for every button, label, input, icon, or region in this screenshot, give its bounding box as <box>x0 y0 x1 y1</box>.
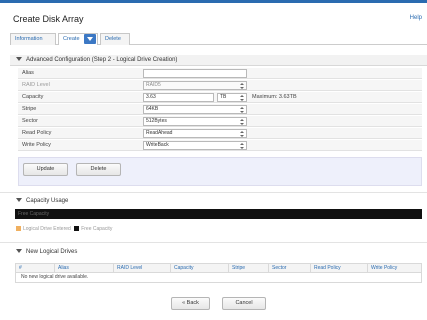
raid-level-row: RAID Level RAID5 <box>18 80 422 91</box>
select-arrows-icon <box>240 143 244 149</box>
select-arrows-icon <box>240 83 244 89</box>
stripe-row: Stripe 64KB <box>18 104 422 115</box>
column-header[interactable]: # <box>16 264 22 273</box>
raid-level-select[interactable]: RAID5 <box>143 81 247 90</box>
column-header[interactable]: Sector <box>268 264 286 273</box>
tab-bar: Information Create Delete <box>10 33 427 45</box>
tab-information[interactable]: Information <box>10 33 56 45</box>
new-drives-table-header: # Alias RAID Level Capacity Stripe Secto… <box>15 263 422 273</box>
section-divider <box>0 242 427 243</box>
capacity-usage-title: Capacity Usage <box>26 198 69 204</box>
read-policy-value: ReadAhead <box>146 130 173 136</box>
create-dropdown-icon[interactable] <box>84 34 96 44</box>
back-button[interactable]: « Back <box>171 297 210 310</box>
select-arrows-icon <box>240 131 244 137</box>
legend-free-swatch <box>74 226 80 231</box>
capacity-legend: Logical Drive Entered Free Capacity <box>16 226 112 232</box>
column-header[interactable]: Write Policy <box>367 264 397 273</box>
read-policy-select[interactable]: ReadAhead <box>143 129 247 138</box>
tab-delete[interactable]: Delete <box>100 33 130 45</box>
capacity-usage-bar: Free Capacity <box>15 209 422 219</box>
read-policy-label: Read Policy <box>22 130 52 136</box>
alias-row: Alias <box>18 68 422 79</box>
new-drives-title: New Logical Drives <box>26 249 78 255</box>
capacity-maximum: Maximum: 3.63TB <box>252 94 297 100</box>
collapse-triangle-icon <box>16 249 22 253</box>
capacity-unit-value: TB <box>220 94 227 100</box>
capacity-input[interactable]: 3.63 <box>143 93 214 102</box>
column-header[interactable]: RAID Level <box>113 264 142 273</box>
alias-input[interactable] <box>143 69 247 78</box>
select-arrows-icon <box>240 95 244 101</box>
column-header[interactable]: Read Policy <box>310 264 341 273</box>
top-accent-bar <box>0 0 427 3</box>
advanced-config-title: Advanced Configuration (Step 2 - Logical… <box>26 57 178 63</box>
sector-row: Sector 512Bytes <box>18 116 422 127</box>
column-header[interactable]: Stripe <box>228 264 245 273</box>
raid-level-value: RAID5 <box>146 82 161 88</box>
sector-value: 512Bytes <box>146 118 167 124</box>
capacity-label: Capacity <box>22 94 44 100</box>
write-policy-label: Write Policy <box>22 142 51 148</box>
new-drives-header[interactable]: New Logical Drives <box>10 247 427 258</box>
legend-used-swatch <box>16 226 21 231</box>
section-divider <box>0 192 427 193</box>
legend-free-label: Free Capacity <box>81 226 113 232</box>
column-header[interactable]: Alias <box>54 264 69 273</box>
alias-label: Alias <box>22 70 34 76</box>
capacity-usage-header[interactable]: Capacity Usage <box>10 196 427 207</box>
column-header[interactable]: Capacity <box>170 264 193 273</box>
capacity-unit-select[interactable]: TB <box>217 93 247 102</box>
read-policy-row: Read Policy ReadAhead <box>18 128 422 139</box>
write-policy-value: WriteBack <box>146 142 169 148</box>
page-title: Create Disk Array <box>13 14 84 24</box>
stripe-select[interactable]: 64KB <box>143 105 247 114</box>
form-button-area: Update Delete <box>18 157 422 186</box>
select-arrows-icon <box>240 107 244 113</box>
write-policy-select[interactable]: WriteBack <box>143 141 247 150</box>
raid-level-label: RAID Level <box>22 82 50 88</box>
collapse-triangle-icon <box>16 198 22 202</box>
tab-create-label: Create <box>63 36 80 42</box>
help-link[interactable]: Help <box>410 15 422 21</box>
sector-label: Sector <box>22 118 38 124</box>
empty-table-message: No new logical drive available. <box>15 273 422 283</box>
capacity-row: Capacity 3.63 TB Maximum: 3.63TB <box>18 92 422 103</box>
advanced-config-header[interactable]: Advanced Configuration (Step 2 - Logical… <box>10 55 427 66</box>
update-button[interactable]: Update <box>23 163 68 176</box>
collapse-triangle-icon <box>16 57 22 61</box>
write-policy-row: Write Policy WriteBack <box>18 140 422 151</box>
legend-used-label: Logical Drive Entered <box>23 226 71 232</box>
delete-button[interactable]: Delete <box>76 163 121 176</box>
select-arrows-icon <box>240 119 244 125</box>
sector-select[interactable]: 512Bytes <box>143 117 247 126</box>
stripe-label: Stripe <box>22 106 37 112</box>
cancel-button[interactable]: Cancel <box>222 297 266 310</box>
stripe-value: 64KB <box>146 106 159 112</box>
